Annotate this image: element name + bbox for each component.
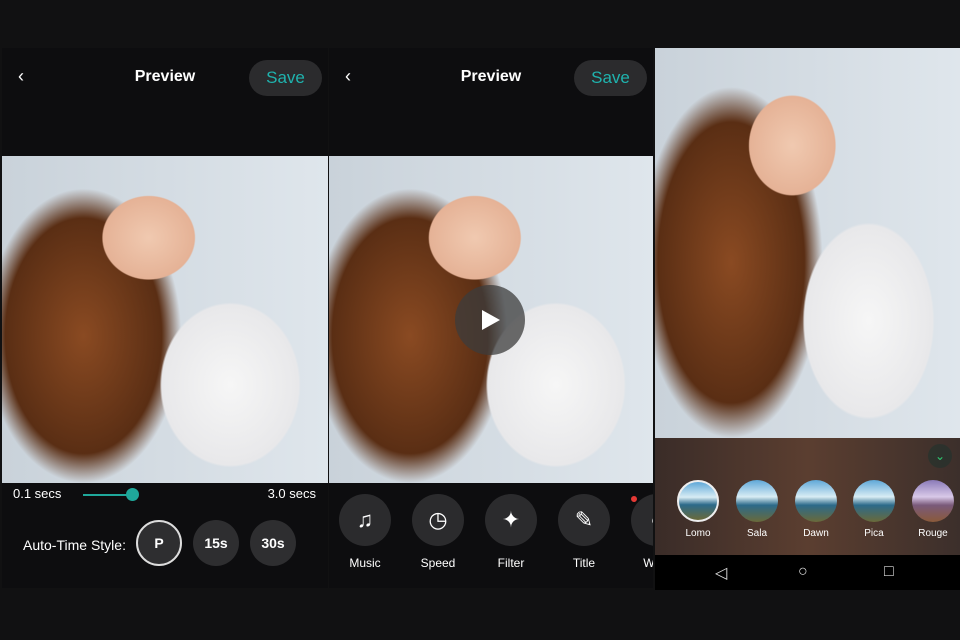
magic-wand-icon: ✦ [485,494,537,546]
filter-pica[interactable]: Pica [851,480,897,539]
tool-label: Speed [420,556,456,570]
tool-speed[interactable]: ◷ Speed [411,494,465,570]
play-button[interactable] [455,285,525,355]
save-button[interactable]: Save [574,60,647,96]
filter-thumbnail [736,480,778,522]
chevron-down-icon[interactable]: ⌄ [928,444,952,468]
filter-panel: ⌄ Lomo Sala Dawn Pica Rouge ◁ ○ □ [655,48,960,590]
auto-time-option-p[interactable]: P [136,520,182,566]
filter-thumbnail [912,480,954,522]
auto-time-option-30s[interactable]: 30s [250,520,296,566]
filter-label: Lomo [685,528,711,539]
clock-icon: ◷ [412,494,464,546]
tool-title[interactable]: ✎ Title [557,494,611,570]
tool-label: Filter [497,556,525,570]
notification-dot [631,496,637,502]
tool-filter[interactable]: ✦ Filter [484,494,538,570]
filter-lomo[interactable]: Lomo [675,480,721,539]
filter-label: Dawn [803,528,829,539]
save-button[interactable]: Save [249,60,322,96]
filter-rouge[interactable]: Rouge [910,480,956,539]
tool-watermark[interactable]: ◐Wate [630,494,653,570]
pencil-icon: ✎ [558,494,610,546]
header: ‹ Preview Save [329,48,653,106]
filter-thumbnail [677,480,719,522]
filter-dawn[interactable]: Dawn [793,480,839,539]
recents-square-icon[interactable]: □ [884,563,894,581]
header: ‹ Preview Save [2,48,328,106]
music-note-icon: ♫ [339,494,391,546]
android-nav-bar: ◁ ○ □ [655,555,960,590]
tool-label: Music [349,556,381,570]
preview-panel-tools: ‹ Preview Save ♫ Music ◷ Speed ✦ Filter ✎ Ti… [329,48,653,588]
preview-image [2,156,328,483]
filter-label: Pica [864,528,884,539]
tool-label: Wate [643,556,653,570]
home-circle-icon[interactable]: ○ [798,563,808,581]
slider-max-label: 3.0 secs [267,486,316,501]
filter-thumbnail [853,480,895,522]
preview-panel-timing: ‹ Preview Save 0.1 secs 3.0 secs Auto-Ti… [2,48,328,588]
filter-thumbnail [795,480,837,522]
filter-sala[interactable]: Sala [734,480,780,539]
filtered-image [655,48,960,438]
play-icon [482,310,500,330]
back-triangle-icon[interactable]: ◁ [715,563,727,583]
tool-bar: ♫ Music ◷ Speed ✦ Filter ✎ Title ◐Wate [329,494,653,584]
auto-time-option-15s[interactable]: 15s [193,520,239,566]
filter-bar: ⌄ Lomo Sala Dawn Pica Rouge [655,438,960,555]
filter-label: Sala [746,528,767,539]
filter-label: Rouge [918,528,948,539]
duration-slider[interactable]: 0.1 secs 3.0 secs [2,484,328,506]
slider-min-label: 0.1 secs [13,486,62,501]
auto-time-label: Auto-Time Style: [23,537,126,553]
slider-handle[interactable] [126,488,139,501]
auto-time-style: Auto-Time Style: P 15s 30s [2,520,328,568]
tool-music[interactable]: ♫ Music [338,494,392,570]
tool-label: Title [572,556,596,570]
